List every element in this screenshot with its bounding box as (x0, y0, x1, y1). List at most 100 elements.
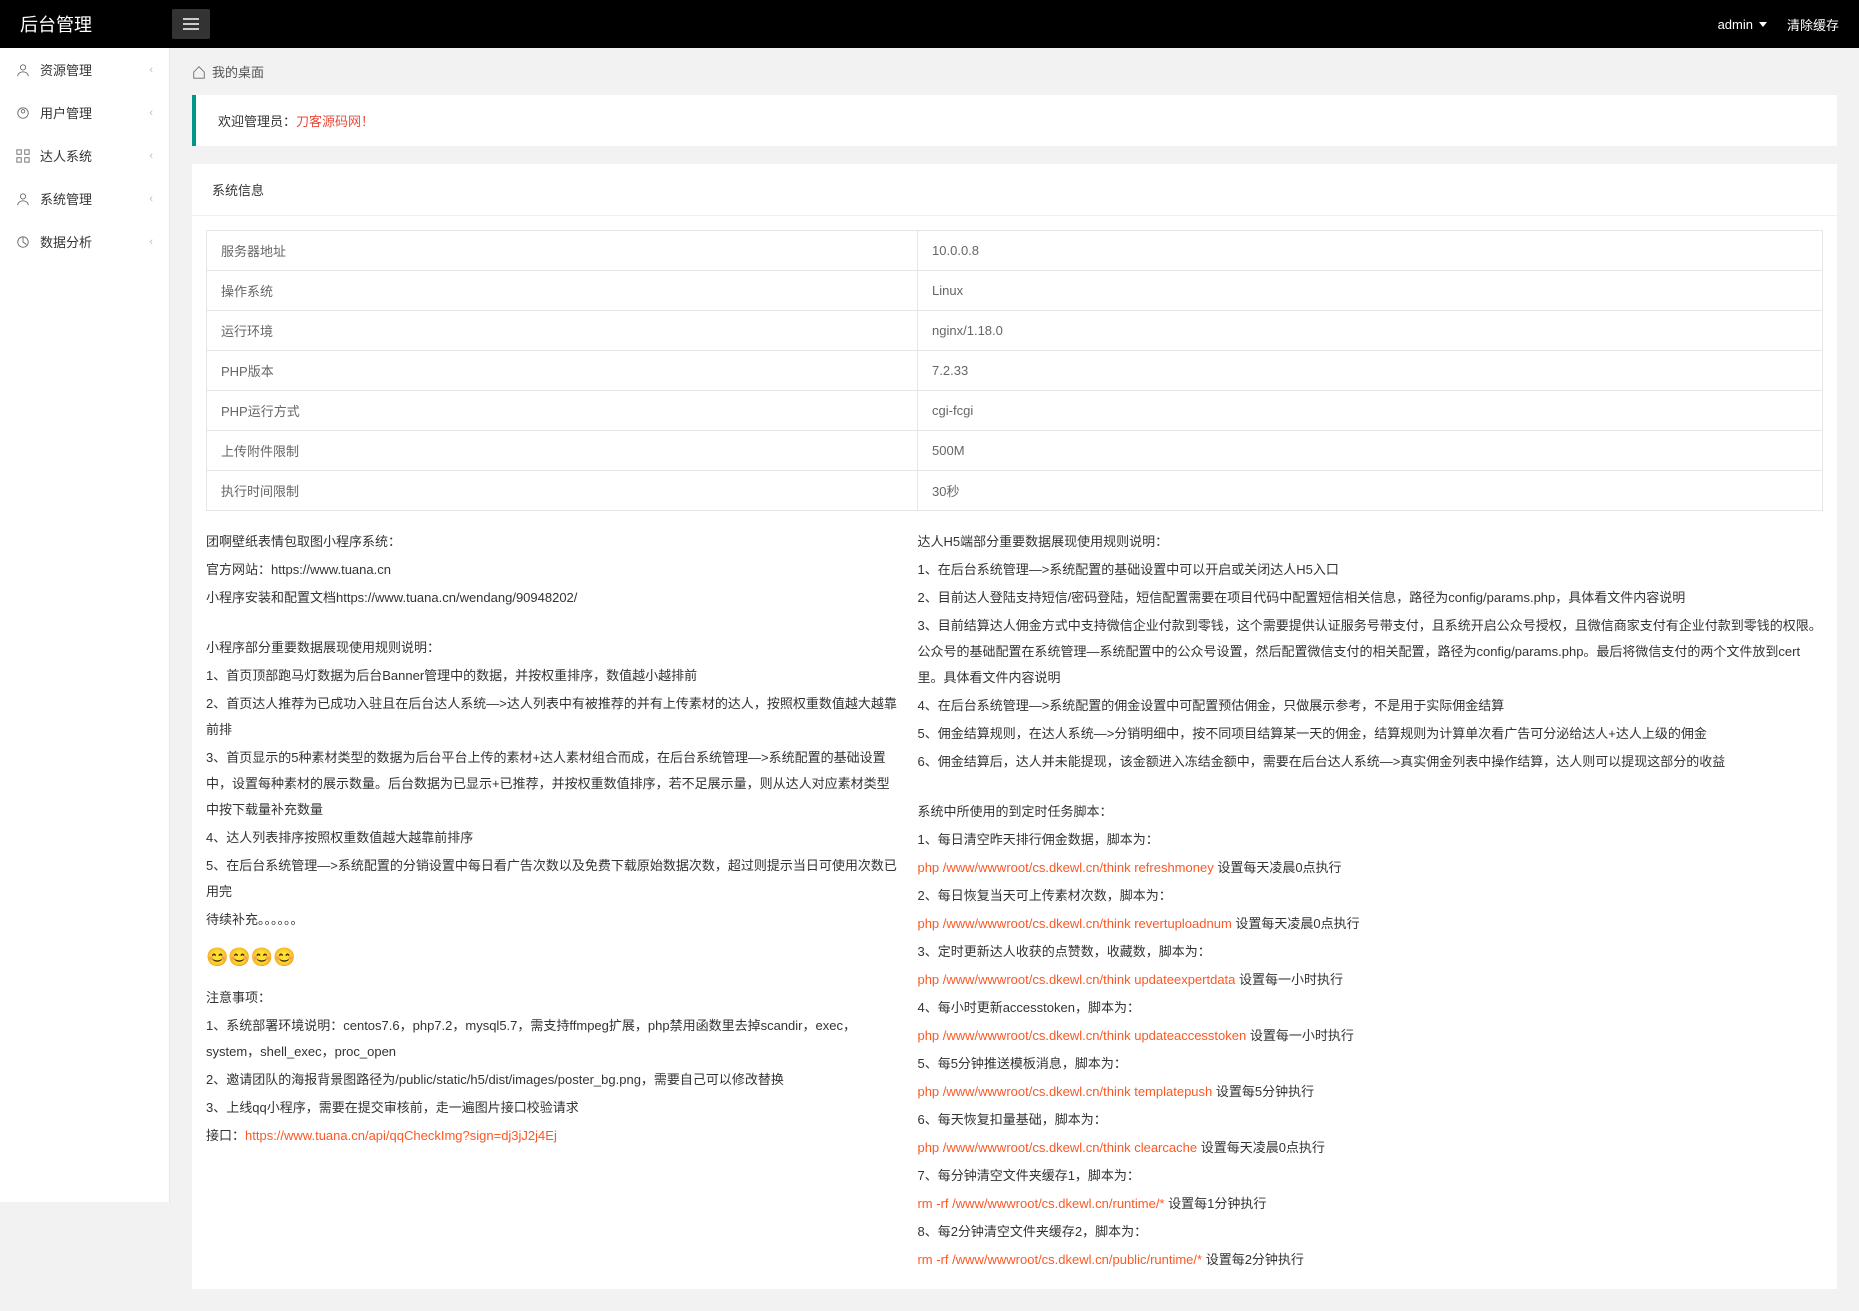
welcome-name: 刀客源码网 (296, 114, 361, 129)
cmd-suffix: 设置每天凌晨0点执行 (1197, 1140, 1325, 1155)
cmd-suffix: 设置每天凌晨0点执行 (1214, 860, 1342, 875)
cmd-suffix: 设置每一小时执行 (1246, 1028, 1354, 1043)
table-row: 操作系统Linux (207, 271, 1823, 311)
left-column: 团啊壁纸表情包取图小程序系统： 官方网站：https://www.tuana.c… (206, 529, 917, 1275)
sidebar-item-resource[interactable]: 资源管理 ‹ (0, 48, 169, 91)
menu-icon (183, 18, 199, 30)
rule-item: 5、在后台系统管理—>系统配置的分销设置中每日看广告次数以及免费下载原始数据次数… (206, 853, 899, 905)
home-icon (192, 65, 206, 79)
rule-item: 3、首页显示的5种素材类型的数据为后台平台上传的素材+达人素材组合而成，在后台系… (206, 745, 899, 823)
h5-item: 3、目前结算达人佣金方式中支持微信企业付款到零钱，这个需要提供认证服务号带支付，… (917, 613, 1823, 691)
user-name: admin (1718, 17, 1753, 32)
cmd-suffix: 设置每1分钟执行 (1165, 1196, 1267, 1211)
chevron-left-icon: ‹ (149, 236, 153, 248)
table-row: PHP运行方式cgi-fcgi (207, 391, 1823, 431)
info-val: 30秒 (918, 471, 1823, 511)
h5-item: 2、目前达人登陆支持短信/密码登陆，短信配置需要在项目代码中配置短信相关信息，路… (917, 585, 1823, 611)
welcome-suffix: ！ (361, 114, 374, 129)
rules-title: 小程序部分重要数据展现使用规则说明： (206, 635, 899, 661)
sidebar-toggle-button[interactable] (172, 9, 210, 39)
grid-icon (16, 149, 30, 163)
user-icon (16, 106, 30, 120)
sidebar-item-user[interactable]: 用户管理 ‹ (0, 91, 169, 134)
chevron-left-icon: ‹ (149, 193, 153, 205)
table-row: 执行时间限制30秒 (207, 471, 1823, 511)
info-val: Linux (918, 271, 1823, 311)
sidebar-item-label: 用户管理 (40, 103, 92, 122)
cmd: php /www/wwwroot/cs.dkewl.cn/think updat… (917, 1028, 1246, 1043)
card-title: 系统信息 (192, 164, 1837, 216)
clear-cache-link[interactable]: 清除缓存 (1787, 15, 1839, 34)
doc-line: 小程序安装和配置文档https://www.tuana.cn/wendang/9… (206, 585, 899, 611)
sidebar-item-label: 资源管理 (40, 60, 92, 79)
cmd-suffix: 设置每2分钟执行 (1202, 1252, 1304, 1267)
cmd: rm -rf /www/wwwroot/cs.dkewl.cn/runtime/… (917, 1196, 1164, 1211)
api-link[interactable]: https://www.tuana.cn/api/qqCheckImg?sign… (245, 1128, 557, 1143)
chevron-left-icon: ‹ (149, 150, 153, 162)
person-icon (16, 192, 30, 206)
task-item: 8、每2分钟清空文件夹缓存2，脚本为： (917, 1219, 1823, 1245)
cmd-suffix: 设置每一小时执行 (1235, 972, 1343, 987)
task-item: 3、定时更新达人收获的点赞数，收藏数，脚本为： (917, 939, 1823, 965)
cmd: php /www/wwwroot/cs.dkewl.cn/think clear… (917, 1140, 1197, 1155)
info-key: PHP运行方式 (207, 391, 918, 431)
cmd: php /www/wwwroot/cs.dkewl.cn/think updat… (917, 972, 1235, 987)
info-key: 运行环境 (207, 311, 918, 351)
task-item: 5、每5分钟推送模板消息，脚本为： (917, 1051, 1823, 1077)
welcome-prefix: 欢迎管理员： (218, 114, 296, 129)
task-title: 系统中所使用的到定时任务脚本： (917, 799, 1823, 825)
task-item: 1、每日清空昨天排行佣金数据，脚本为： (917, 827, 1823, 853)
emojis: 😊😊😊😊 (206, 939, 899, 975)
sidebar-item-system[interactable]: 系统管理 ‹ (0, 177, 169, 220)
header: 后台管理 admin 清除缓存 (0, 0, 1859, 48)
note-item: 2、邀请团队的海报背景图路径为/public/static/h5/dist/im… (206, 1067, 899, 1093)
sidebar: 资源管理 ‹ 用户管理 ‹ 达人系统 ‹ 系统管理 ‹ 数据分析 ‹ (0, 48, 170, 1202)
breadcrumb-home[interactable]: 我的桌面 (212, 62, 264, 81)
sidebar-item-analytics[interactable]: 数据分析 ‹ (0, 220, 169, 263)
table-row: PHP版本7.2.33 (207, 351, 1823, 391)
cmd: php /www/wwwroot/cs.dkewl.cn/think templ… (917, 1084, 1212, 1099)
brand-title: 后台管理 (20, 11, 92, 37)
chevron-left-icon: ‹ (149, 107, 153, 119)
user-dropdown[interactable]: admin (1718, 17, 1767, 32)
system-info-table: 服务器地址10.0.0.8 操作系统Linux 运行环境nginx/1.18.0… (206, 230, 1823, 511)
info-key: 上传附件限制 (207, 431, 918, 471)
note-item: 1、系统部署环境说明：centos7.6，php7.2，mysql5.7，需支持… (206, 1013, 899, 1065)
h5-item: 6、佣金结算后，达人并未能提现，该金额进入冻结金额中，需要在后台达人系统—>真实… (917, 749, 1823, 775)
rule-item: 2、首页达人推荐为已成功入驻且在后台达人系统—>达人列表中有被推荐的并有上传素材… (206, 691, 899, 743)
table-row: 服务器地址10.0.0.8 (207, 231, 1823, 271)
info-key: 执行时间限制 (207, 471, 918, 511)
info-val: 7.2.33 (918, 351, 1823, 391)
notes-title: 注意事项： (206, 985, 899, 1011)
table-row: 运行环境nginx/1.18.0 (207, 311, 1823, 351)
breadcrumb: 我的桌面 (170, 48, 1859, 95)
intro-label: 官方网站： (206, 562, 271, 577)
sidebar-item-label: 达人系统 (40, 146, 92, 165)
info-val: nginx/1.18.0 (918, 311, 1823, 351)
info-key: PHP版本 (207, 351, 918, 391)
rule-item: 1、首页顶部跑马灯数据为后台Banner管理中的数据，并按权重排序，数值越小越排… (206, 663, 899, 689)
task-item: 2、每日恢复当天可上传素材次数，脚本为： (917, 883, 1823, 909)
task-item: 7、每分钟清空文件夹缓存1，脚本为： (917, 1163, 1823, 1189)
table-row: 上传附件限制500M (207, 431, 1823, 471)
sidebar-item-expert[interactable]: 达人系统 ‹ (0, 134, 169, 177)
sidebar-item-label: 系统管理 (40, 189, 92, 208)
h5-item: 1、在后台系统管理—>系统配置的基础设置中可以开启或关闭达人H5入口 (917, 557, 1823, 583)
caret-down-icon (1759, 22, 1767, 27)
cmd: php /www/wwwroot/cs.dkewl.cn/think refre… (917, 860, 1213, 875)
system-info-card: 系统信息 服务器地址10.0.0.8 操作系统Linux 运行环境nginx/1… (192, 164, 1837, 1289)
official-link: https://www.tuana.cn (271, 562, 391, 577)
h5-item: 4、在后台系统管理—>系统配置的佣金设置中可配置预估佣金，只做展示参考，不是用于… (917, 693, 1823, 719)
chart-icon (16, 235, 30, 249)
cmd-suffix: 设置每天凌晨0点执行 (1232, 916, 1360, 931)
info-key: 服务器地址 (207, 231, 918, 271)
task-item: 4、每小时更新accesstoken，脚本为： (917, 995, 1823, 1021)
welcome-card: 欢迎管理员：刀客源码网！ (192, 95, 1837, 146)
task-item: 6、每天恢复扣量基础，脚本为： (917, 1107, 1823, 1133)
info-val: 10.0.0.8 (918, 231, 1823, 271)
info-val: cgi-fcgi (918, 391, 1823, 431)
sidebar-item-label: 数据分析 (40, 232, 92, 251)
cmd: rm -rf /www/wwwroot/cs.dkewl.cn/public/r… (917, 1252, 1202, 1267)
rule-item: 4、达人列表排序按照权重数值越大越靠前排序 (206, 825, 899, 851)
info-val: 500M (918, 431, 1823, 471)
